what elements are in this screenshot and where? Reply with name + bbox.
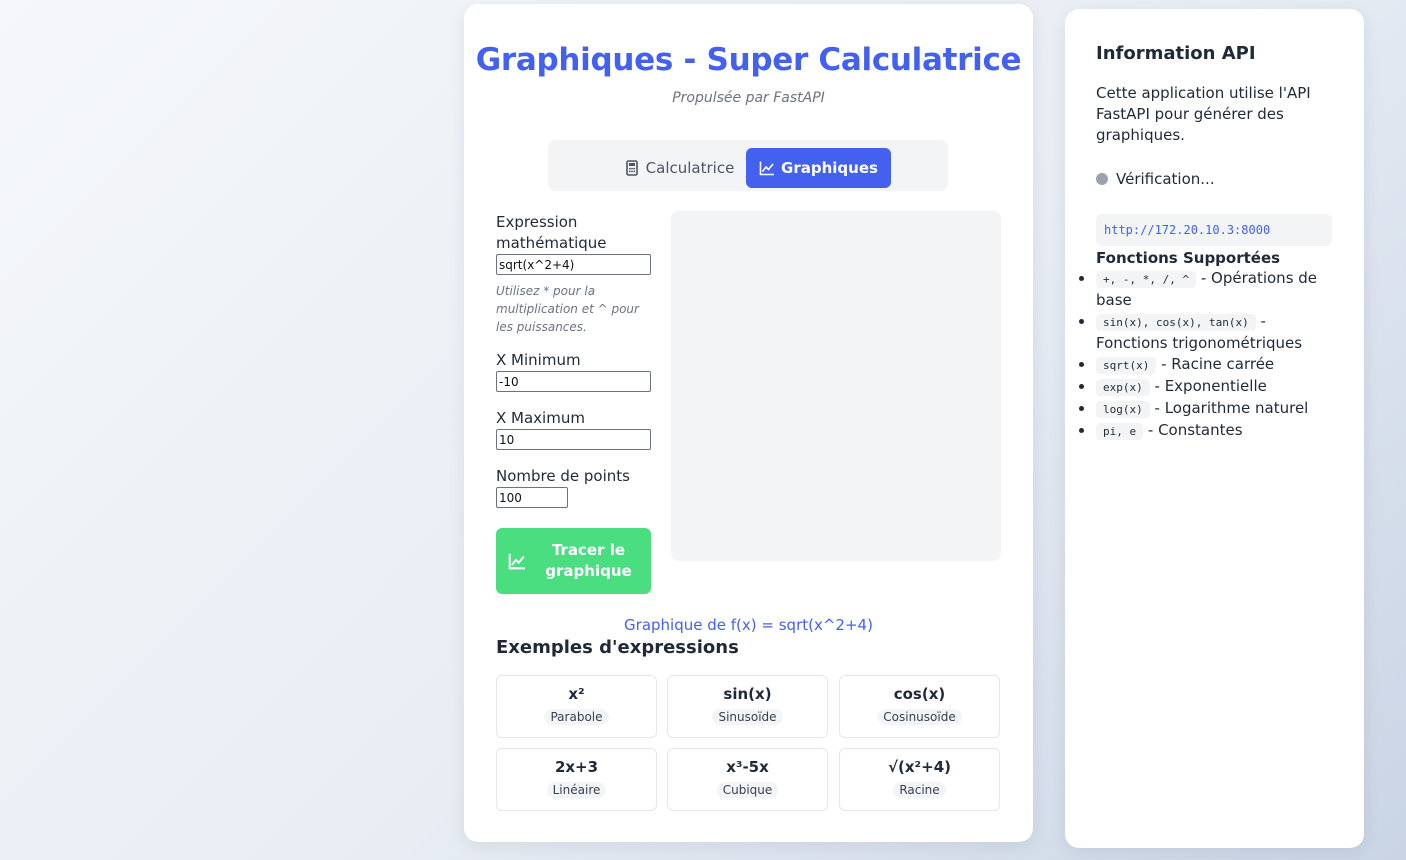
function-desc: - Logarithme naturel xyxy=(1149,399,1309,417)
function-desc: - Constantes xyxy=(1143,421,1243,439)
function-item: +, -, *, /, ^ - Opérations de base xyxy=(1079,268,1336,311)
tab-graphiques-label: Graphiques xyxy=(781,159,878,177)
chart-line-icon xyxy=(508,553,525,570)
function-item: log(x) - Logarithme naturel xyxy=(1079,398,1336,420)
function-code: exp(x) xyxy=(1096,379,1150,396)
expression-label: Expression mathématique xyxy=(496,213,607,252)
example-card-cubique[interactable]: x³-5x Cubique xyxy=(667,748,828,811)
function-code: +, -, *, /, ^ xyxy=(1096,271,1197,288)
tab-calculatrice[interactable]: Calculatrice xyxy=(614,148,744,188)
example-card-parabole[interactable]: x² Parabole xyxy=(496,675,657,738)
tab-graphiques[interactable]: Graphiques xyxy=(746,148,891,188)
chart-line-icon xyxy=(759,161,775,176)
calculator-icon xyxy=(625,160,638,176)
page-subtitle: Propulsée par FastAPI xyxy=(672,90,825,106)
expression-input[interactable] xyxy=(496,254,651,275)
function-item: exp(x) - Exponentielle xyxy=(1079,376,1336,398)
expression-hint: Utilisez * pour la multiplication et ^ p… xyxy=(496,284,639,334)
example-tag: Linéaire xyxy=(546,782,607,798)
function-code: sqrt(x) xyxy=(1096,357,1157,374)
function-item: sqrt(x) - Racine carrée xyxy=(1079,354,1336,376)
example-tag: Cubique xyxy=(716,782,779,798)
example-tag: Cosinusoïde xyxy=(877,709,962,725)
api-url: http://172.20.10.3:8000 xyxy=(1096,214,1332,246)
api-status: Vérification... xyxy=(1096,170,1215,188)
example-expression: x² xyxy=(568,685,585,703)
example-expression: √(x²+4) xyxy=(888,758,951,776)
tab-bar: Calculatrice Graphiques xyxy=(548,140,948,191)
status-dot-icon xyxy=(1096,173,1108,185)
graph-area xyxy=(671,211,1001,561)
examples-title: Exemples d'expressions xyxy=(496,637,739,658)
example-expression: x³-5x xyxy=(726,758,769,776)
function-item: pi, e - Constantes xyxy=(1079,420,1336,442)
function-code: sin(x), cos(x), tan(x) xyxy=(1096,314,1256,331)
xmax-input[interactable] xyxy=(496,429,651,450)
function-desc: - Racine carrée xyxy=(1156,355,1275,373)
api-status-text: Vérification... xyxy=(1116,170,1215,188)
functions-list: +, -, *, /, ^ - Opérations de base sin(x… xyxy=(1079,268,1336,442)
api-info-description: Cette application utilise l'API FastAPI … xyxy=(1096,84,1311,144)
example-card-sinusoide[interactable]: sin(x) Sinusoïde xyxy=(667,675,828,738)
graph-card: Graphiques - Super Calculatrice Propulsé… xyxy=(464,4,1033,842)
page-title: Graphiques - Super Calculatrice xyxy=(475,42,1022,78)
example-tag: Racine xyxy=(893,782,946,798)
plot-button[interactable]: Tracer le graphique xyxy=(496,528,651,594)
example-card-cosinusoide[interactable]: cos(x) Cosinusoïde xyxy=(839,675,1000,738)
example-card-racine[interactable]: √(x²+4) Racine xyxy=(839,748,1000,811)
function-desc: - Exponentielle xyxy=(1149,377,1267,395)
api-info-title: Information API xyxy=(1096,43,1256,64)
xmin-label: X Minimum xyxy=(496,351,581,369)
function-code: log(x) xyxy=(1096,401,1150,418)
example-tag: Parabole xyxy=(544,709,609,725)
graph-caption: Graphique de f(x) = sqrt(x^2+4) xyxy=(624,616,873,634)
function-code: pi, e xyxy=(1096,423,1144,440)
example-expression: sin(x) xyxy=(723,685,772,703)
api-info-panel: Information API Cette application utilis… xyxy=(1065,9,1364,848)
example-card-lineaire[interactable]: 2x+3 Linéaire xyxy=(496,748,657,811)
tab-calculatrice-label: Calculatrice xyxy=(645,159,735,177)
points-input[interactable] xyxy=(496,487,568,508)
xmin-input[interactable] xyxy=(496,371,651,392)
example-expression: cos(x) xyxy=(893,685,946,703)
example-tag: Sinusoïde xyxy=(712,709,783,725)
xmax-label: X Maximum xyxy=(496,409,585,427)
functions-title: Fonctions Supportées xyxy=(1096,249,1281,267)
plot-button-label: Tracer le graphique xyxy=(545,541,632,580)
function-item: sin(x), cos(x), tan(x) - Fonctions trigo… xyxy=(1079,311,1336,354)
points-label: Nombre de points xyxy=(496,467,630,485)
example-expression: 2x+3 xyxy=(554,758,599,776)
